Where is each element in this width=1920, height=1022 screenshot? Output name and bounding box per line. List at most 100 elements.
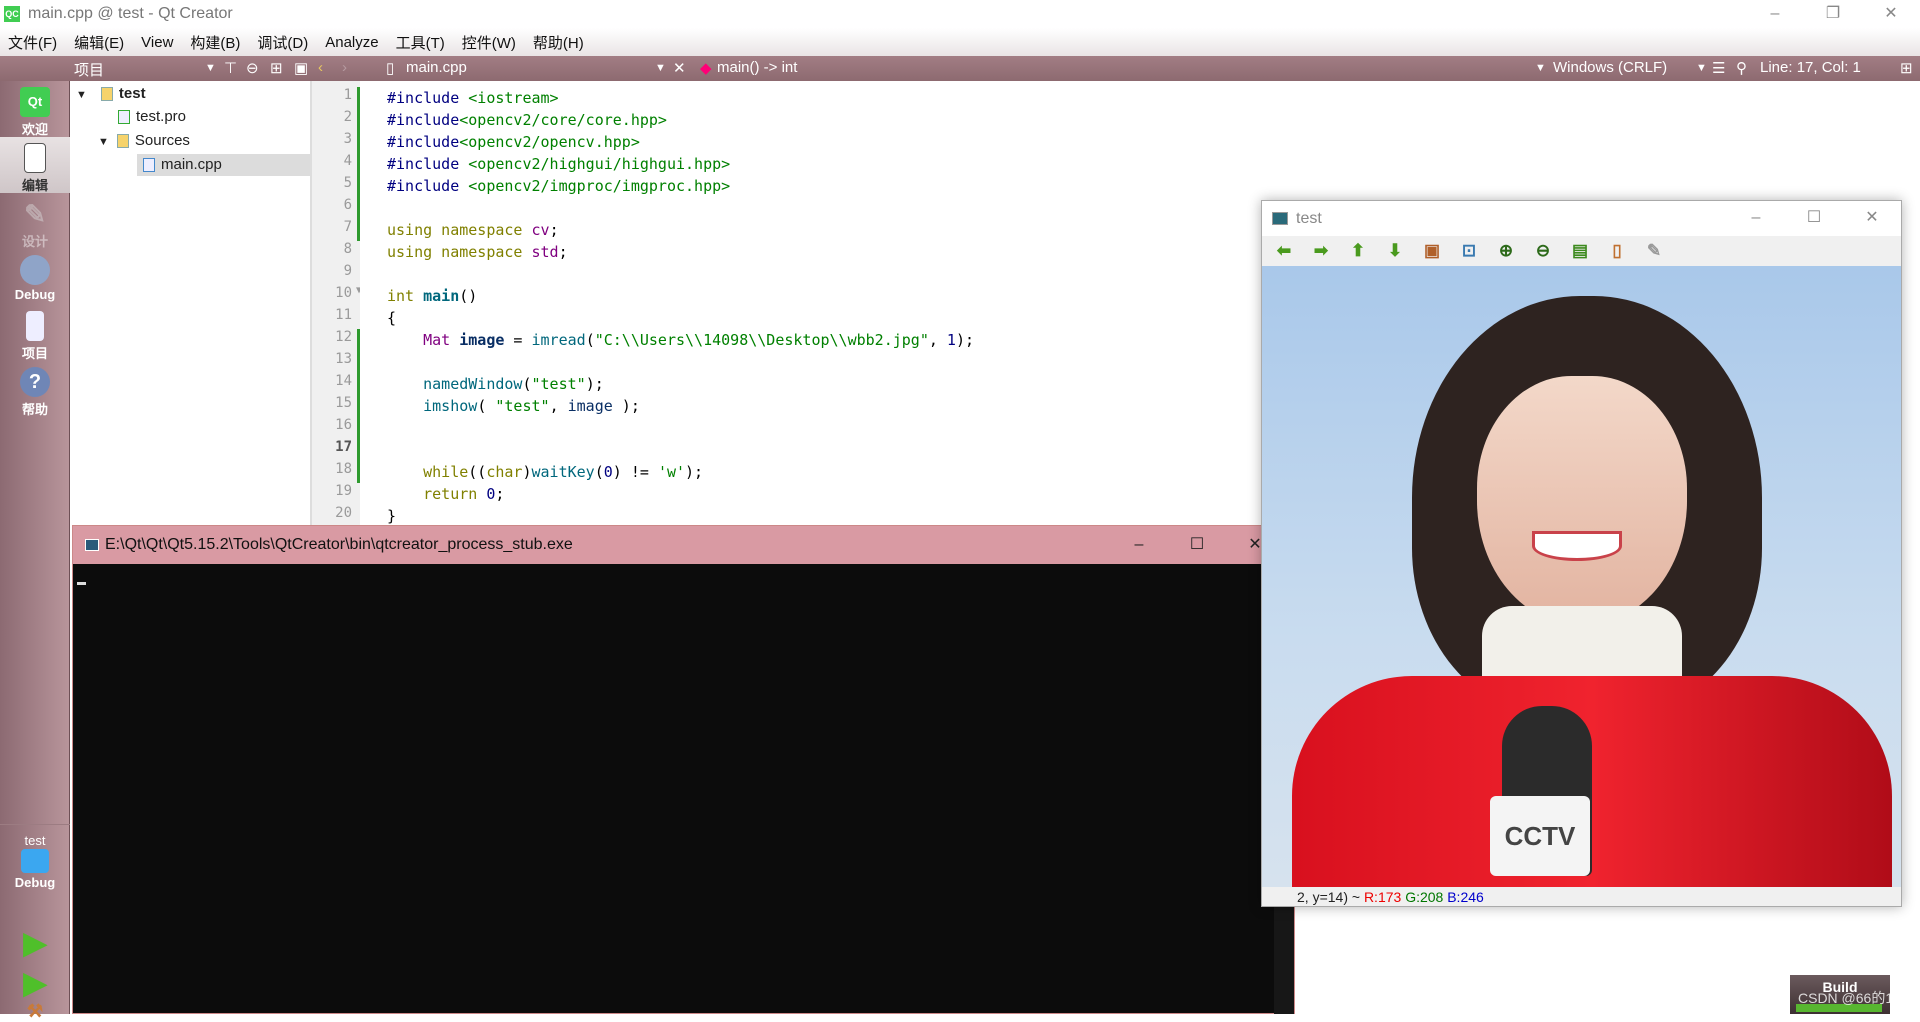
image-minimize-button[interactable]: – <box>1727 204 1785 232</box>
image-window-title-bar[interactable]: test – ☐ ✕ <box>1262 201 1901 236</box>
zoom-fit-icon[interactable]: ⊡ <box>1457 241 1481 261</box>
menu-item[interactable]: 编辑(E) <box>74 32 124 53</box>
console-title-bar[interactable]: E:\Qt\Qt\Qt5.15.2\Tools\QtCreator\bin\qt… <box>73 526 1294 564</box>
code-token: std <box>531 243 559 261</box>
menu-item[interactable]: 帮助(H) <box>533 32 584 53</box>
code-line: using namespace std; <box>387 241 568 263</box>
line-number: 11 <box>335 307 352 323</box>
forward-icon[interactable]: › <box>342 59 347 76</box>
image-icon[interactable]: ▣ <box>1420 241 1444 261</box>
back-icon[interactable]: ‹ <box>318 59 323 76</box>
tree-label: test.pro <box>136 108 187 125</box>
mode-edit[interactable]: 编辑 <box>0 137 70 193</box>
link-icon[interactable]: ⊖ <box>246 59 259 77</box>
code-token: 1 <box>946 331 956 349</box>
console-window[interactable]: E:\Qt\Qt\Qt5.15.2\Tools\QtCreator\bin\qt… <box>72 525 1295 1014</box>
code-token: #include <box>387 177 469 195</box>
menu-item[interactable]: Analyze <box>325 34 378 51</box>
code-token: () <box>459 287 478 305</box>
document-icon[interactable]: ☰ <box>1712 59 1725 77</box>
menu-item[interactable]: 工具(T) <box>396 32 445 53</box>
menu-item[interactable]: 文件(F) <box>8 32 57 53</box>
code-line: int main() <box>387 285 477 307</box>
zoom-out-icon[interactable]: ⊖ <box>1531 241 1555 261</box>
build-hammer-button[interactable]: ⚒ <box>0 1001 70 1022</box>
menu-item[interactable]: View <box>141 34 173 51</box>
clipboard-icon[interactable]: ▯ <box>1605 241 1629 261</box>
qt-logo-icon: QC <box>4 6 20 22</box>
brush-icon[interactable]: ✎ <box>1642 241 1666 261</box>
tree-folder-sources[interactable]: ▼ Sources <box>98 130 190 152</box>
close-button[interactable]: ✕ <box>1862 0 1920 28</box>
bookmark-icon[interactable]: ⚲ <box>1736 59 1747 77</box>
zoom-in-icon[interactable]: ⊕ <box>1494 241 1518 261</box>
kit-selector[interactable]: Debug <box>0 849 70 890</box>
watermark: CSDN @66的1250 <box>1798 990 1917 1006</box>
restore-button[interactable]: ❐ <box>1804 0 1862 28</box>
split-icon[interactable]: ⊞ <box>270 59 283 77</box>
code-token: ; <box>558 243 568 261</box>
image-close-button[interactable]: ✕ <box>1843 204 1901 232</box>
arrow-right-icon[interactable]: ➡ <box>1309 241 1333 261</box>
code-token: return <box>423 485 487 503</box>
mode-projects[interactable]: 项目 <box>0 311 70 362</box>
line-number: 16 <box>335 417 352 433</box>
symbol-select[interactable]: main() -> int <box>717 59 797 76</box>
pixel-b: B:246 <box>1447 889 1484 905</box>
projects-view-dropdown-icon[interactable]: ▼ <box>205 62 216 74</box>
line-ending-dropdown-icon[interactable]: ▼ <box>1696 62 1707 74</box>
mode-design[interactable]: ✎ 设计 <box>0 199 70 250</box>
image-window[interactable]: test – ☐ ✕ ⬅ ➡ ⬆ ⬇ ▣ ⊡ ⊕ ⊖ ▤ ▯ ✎ CCTV 2, y=14) ~ R… <box>1261 200 1902 907</box>
open-file-select[interactable]: main.cpp <box>406 59 467 76</box>
minimize-button[interactable]: – <box>1746 0 1804 28</box>
menu-item[interactable]: 控件(W) <box>462 32 516 53</box>
line-number: 1 <box>343 87 352 103</box>
code-token: #include <box>387 89 469 107</box>
tree-file-pro[interactable]: test.pro <box>118 106 186 128</box>
mode-help[interactable]: ? 帮助 <box>0 367 70 418</box>
expand-icon[interactable]: ▼ <box>98 136 109 148</box>
menu-item[interactable]: 构建(B) <box>190 32 240 53</box>
qt-welcome-icon: Qt <box>20 87 50 117</box>
encoding-dropdown-icon[interactable]: ▼ <box>1535 62 1546 74</box>
file-dropdown-icon[interactable]: ▼ <box>655 62 666 74</box>
code-line: return 0; <box>387 483 504 505</box>
cursor-position[interactable]: Line: 17, Col: 1 <box>1760 59 1861 76</box>
line-number: 8 <box>343 241 352 257</box>
projects-view-select[interactable]: 项目 <box>74 59 104 80</box>
debug-bug-icon <box>20 255 50 285</box>
expand-icon[interactable]: ▼ <box>76 89 87 101</box>
line-ending-select[interactable]: Windows (CRLF) <box>1553 59 1667 76</box>
run-button[interactable]: ▶ <box>0 926 70 961</box>
console-maximize-button[interactable]: ☐ <box>1168 526 1226 564</box>
arrow-left-icon[interactable]: ⬅ <box>1272 241 1296 261</box>
tree-file-main[interactable]: main.cpp <box>137 154 310 176</box>
arrow-up-icon[interactable]: ⬆ <box>1346 241 1370 261</box>
code-line: imshow( "test", image ); <box>387 395 640 417</box>
red-coat <box>1292 676 1892 887</box>
arrow-down-icon[interactable]: ⬇ <box>1383 241 1407 261</box>
console-minimize-button[interactable]: – <box>1110 526 1168 564</box>
mode-welcome[interactable]: Qt 欢迎 <box>0 87 70 138</box>
tree-project-test[interactable]: ▼ test <box>76 83 146 105</box>
code-token: cv <box>531 221 550 239</box>
mode-debug[interactable]: Debug <box>0 255 70 302</box>
debug-run-button[interactable]: ▶ <box>0 966 70 1001</box>
line-number: 14 <box>335 373 352 389</box>
close-pane-icon[interactable]: ▣ <box>294 59 308 77</box>
split-editor-icon[interactable]: ⊞ <box>1900 59 1913 77</box>
design-icon: ✎ <box>24 199 46 229</box>
filter-icon[interactable]: ⊤ <box>224 59 237 77</box>
save-icon[interactable]: ▤ <box>1568 241 1592 261</box>
code-line: } <box>387 505 396 527</box>
pixel-coords: 2, y=14) ~ <box>1297 889 1364 905</box>
close-file-icon[interactable]: ✕ <box>673 59 686 77</box>
code-editor[interactable]: #include <iostream> #include<opencv2/core… <box>360 81 1260 526</box>
cpp-file-icon <box>143 158 155 173</box>
menu-item[interactable]: 调试(D) <box>257 32 308 53</box>
line-number: 7 <box>343 219 352 235</box>
image-maximize-button[interactable]: ☐ <box>1785 204 1843 232</box>
